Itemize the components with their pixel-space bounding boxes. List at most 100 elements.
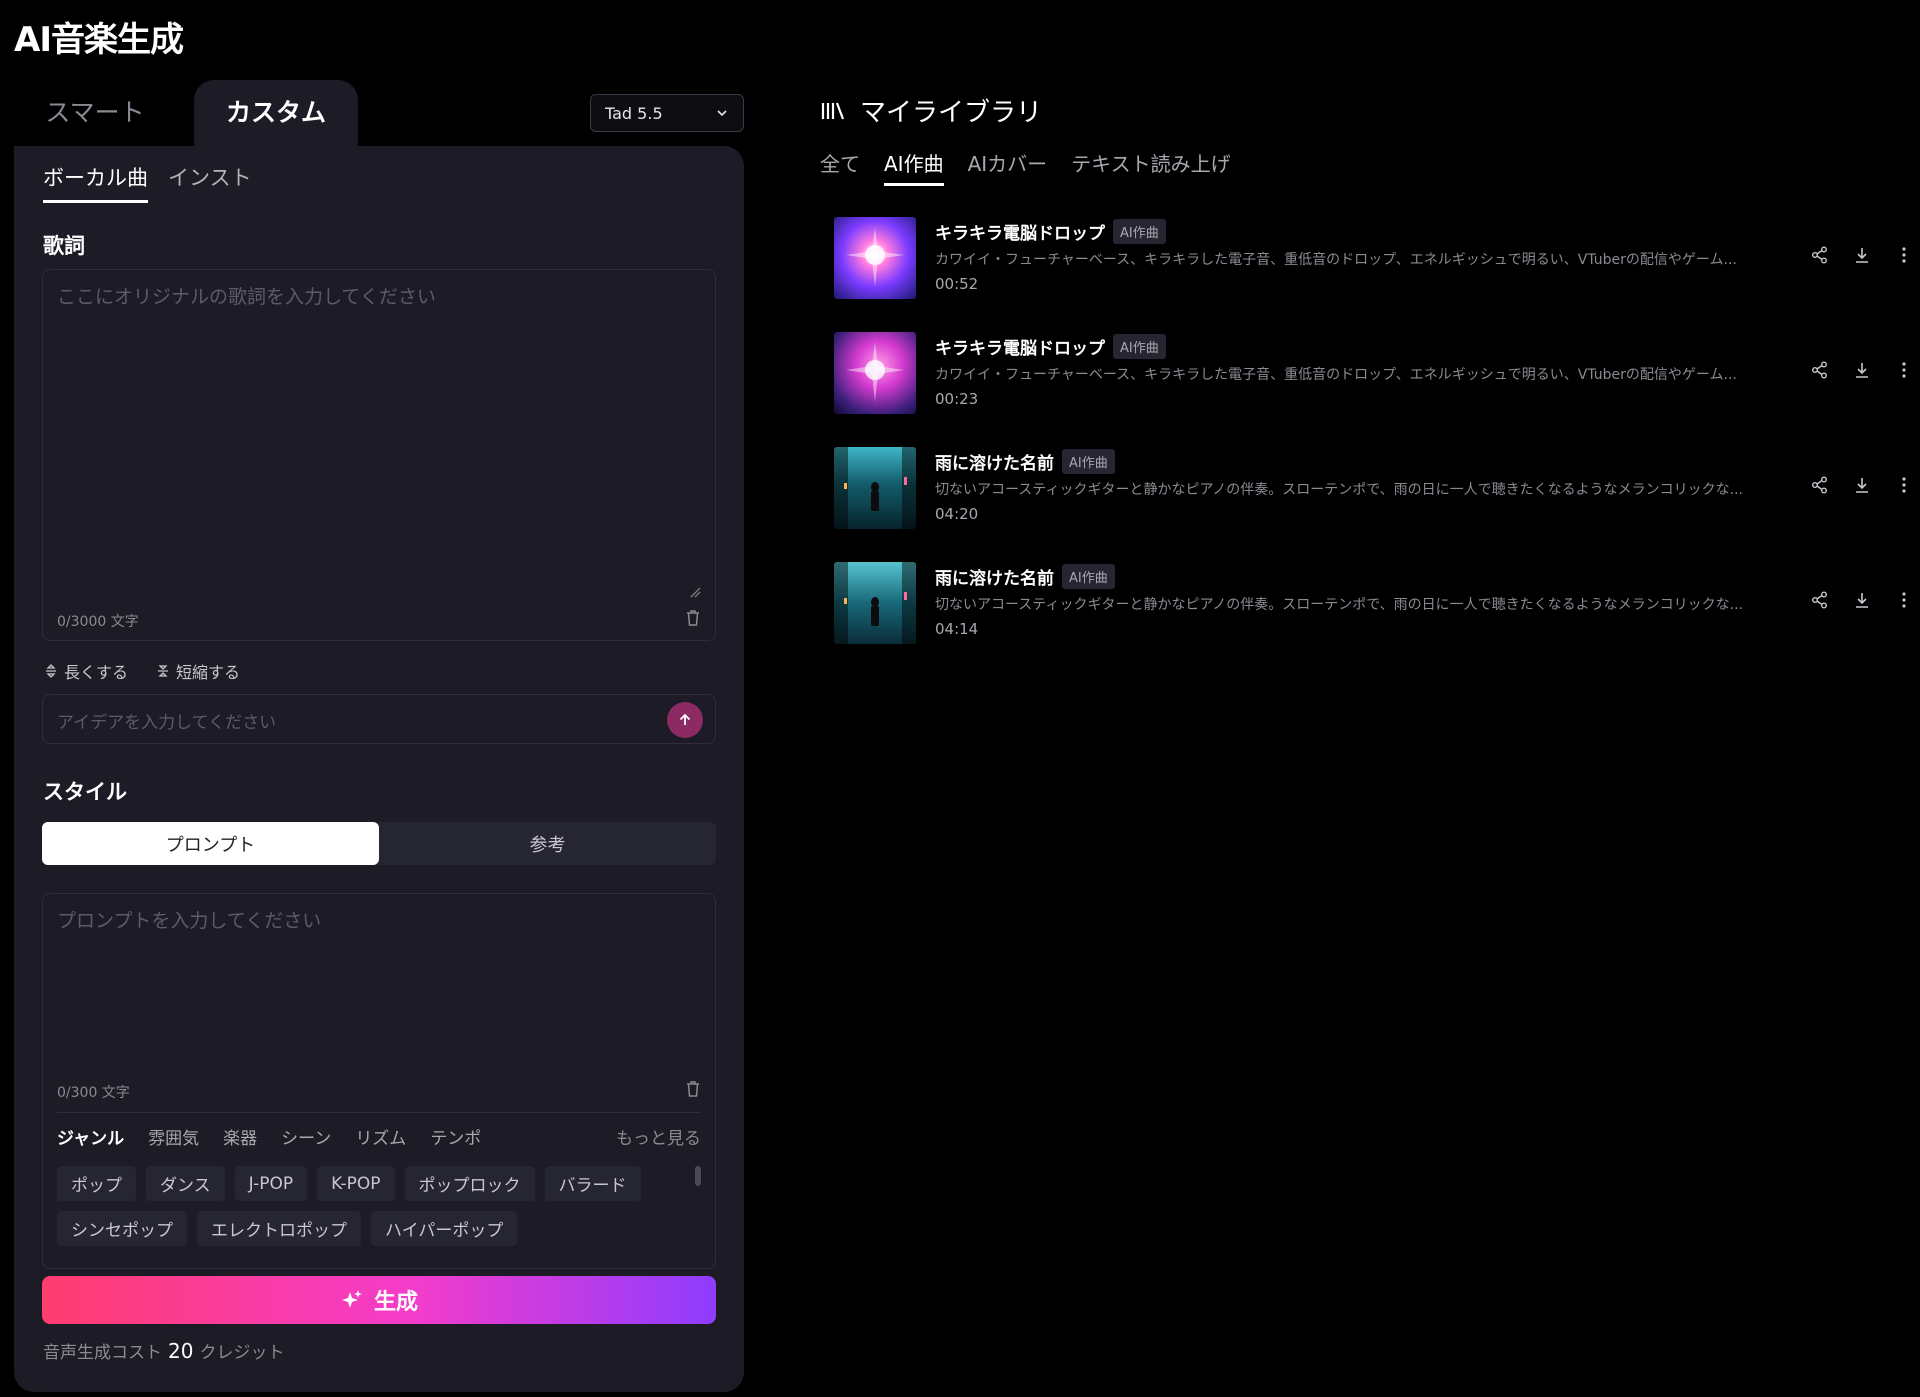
track-row[interactable]: 雨に溶けた名前 AI作曲 切ないアコースティックギターと静かなピアノの伴奏。スロ… xyxy=(834,562,1914,646)
shorten-button[interactable]: 短縮する xyxy=(156,659,240,683)
track-cover[interactable] xyxy=(834,447,916,529)
track-row[interactable]: 雨に溶けた名前 AI作曲 切ないアコースティックギターと静かなピアノの伴奏。スロ… xyxy=(834,447,1914,531)
cost-prefix: 音声生成コスト xyxy=(43,1343,162,1363)
library-tab-ai-compose[interactable]: AI作曲 xyxy=(884,148,944,186)
track-duration: 00:52 xyxy=(935,275,979,293)
style-chip[interactable]: ハイパーポップ xyxy=(371,1211,518,1246)
cost-line: 音声生成コスト 20 クレジット xyxy=(43,1338,284,1363)
lyrics-label: 歌詞 xyxy=(43,234,85,258)
track-row[interactable]: キラキラ電脳ドロップ AI作曲 カワイイ・フューチャーベース、キラキラした電子音… xyxy=(834,217,1914,301)
download-icon[interactable] xyxy=(1852,475,1872,495)
more-options-icon[interactable] xyxy=(1894,590,1914,610)
arrow-up-icon xyxy=(679,713,691,725)
style-mode-switch: プロンプト 参考 xyxy=(42,822,716,865)
library-tab-tts[interactable]: テキスト読み上げ xyxy=(1071,148,1230,186)
track-description: カワイイ・フューチャーベース、キラキラした電子音、重低音のドロップ、エネルギッシ… xyxy=(935,252,1737,268)
track-cover[interactable] xyxy=(834,332,916,414)
lyrics-counter: 0/3000 文字 xyxy=(57,614,139,630)
library-tab-all[interactable]: 全て xyxy=(820,148,860,186)
resize-grip-icon[interactable] xyxy=(689,586,701,598)
send-button[interactable] xyxy=(667,702,703,738)
library-title: マイライブラリ xyxy=(860,98,1043,128)
tab-instrumental[interactable]: インスト xyxy=(168,162,252,203)
track-actions xyxy=(1810,590,1914,610)
sparkle-icon xyxy=(341,1290,362,1308)
track-badge: AI作曲 xyxy=(1113,219,1166,244)
category-tab-scene[interactable]: シーン xyxy=(281,1124,331,1149)
lyrics-placeholder: ここにオリジナルの歌詞を入力してください xyxy=(57,286,436,308)
mode-tabs: スマート カスタム Tad 5.5 xyxy=(14,80,744,146)
share-icon[interactable] xyxy=(1810,590,1830,610)
trash-icon[interactable] xyxy=(685,1080,701,1098)
track-title-row: 雨に溶けた名前 AI作曲 xyxy=(935,564,1115,589)
tab-vocal[interactable]: ボーカル曲 xyxy=(43,162,148,203)
track-title[interactable]: キラキラ電脳ドロップ xyxy=(935,334,1105,359)
share-icon[interactable] xyxy=(1810,245,1830,265)
prompt-textarea[interactable]: プロンプトを入力してください 0/300 文字 ジャンル 雰囲気 楽器 シーン … xyxy=(42,893,716,1269)
track-badge: AI作曲 xyxy=(1113,334,1166,359)
track-description: 切ないアコースティックギターと静かなピアノの伴奏。スローテンポで、雨の日に一人で… xyxy=(935,597,1743,613)
segment-reference[interactable]: 参考 xyxy=(379,822,716,865)
library-tabs: 全て AI作曲 AIカバー テキスト読み上げ xyxy=(820,148,1231,186)
style-chip[interactable]: シンセポップ xyxy=(57,1211,187,1246)
generate-button[interactable]: 生成 xyxy=(42,1276,716,1324)
chips-scrollbar[interactable] xyxy=(695,1166,701,1186)
library-icon xyxy=(821,102,845,119)
library-header: マイライブラリ xyxy=(820,92,1042,129)
more-options-icon[interactable] xyxy=(1894,475,1914,495)
cover-art xyxy=(834,562,916,644)
category-tab-genre[interactable]: ジャンル xyxy=(57,1124,124,1149)
more-link[interactable]: もっと見る xyxy=(616,1124,701,1149)
category-tab-instrument[interactable]: 楽器 xyxy=(223,1124,257,1149)
style-chips: ポップ ダンス J-POP K-POP ポップロック バラード シンセポップ エ… xyxy=(57,1166,677,1246)
track-actions xyxy=(1810,360,1914,380)
track-title[interactable]: キラキラ電脳ドロップ xyxy=(935,219,1105,244)
prompt-placeholder: プロンプトを入力してください xyxy=(57,910,322,932)
category-tab-mood[interactable]: 雰囲気 xyxy=(148,1124,199,1149)
library-tab-ai-cover[interactable]: AIカバー xyxy=(968,148,1048,186)
tab-custom[interactable]: カスタム xyxy=(194,80,358,146)
track-badge: AI作曲 xyxy=(1062,449,1115,474)
track-title[interactable]: 雨に溶けた名前 xyxy=(935,449,1054,474)
track-title-row: 雨に溶けた名前 AI作曲 xyxy=(935,449,1115,474)
track-duration: 00:23 xyxy=(935,390,979,408)
track-actions xyxy=(1810,245,1914,265)
style-chip[interactable]: ダンス xyxy=(146,1166,225,1201)
custom-panel: ボーカル曲 インスト 歌詞 ここにオリジナルの歌詞を入力してください 0/300… xyxy=(14,146,744,1392)
style-chip[interactable]: K-POP xyxy=(317,1166,395,1201)
category-tab-rhythm[interactable]: リズム xyxy=(355,1124,406,1149)
download-icon[interactable] xyxy=(1852,245,1872,265)
more-options-icon[interactable] xyxy=(1894,360,1914,380)
style-chip[interactable]: バラード xyxy=(544,1166,641,1201)
style-chip[interactable]: ポップ xyxy=(57,1166,136,1201)
track-title-row: キラキラ電脳ドロップ AI作曲 xyxy=(935,219,1166,244)
style-chip[interactable]: エレクトロポップ xyxy=(197,1211,361,1246)
segment-prompt[interactable]: プロンプト xyxy=(42,822,379,865)
track-cover[interactable] xyxy=(834,217,916,299)
style-label: スタイル xyxy=(43,780,127,804)
track-row[interactable]: キラキラ電脳ドロップ AI作曲 カワイイ・フューチャーベース、キラキラした電子音… xyxy=(834,332,1914,416)
share-icon[interactable] xyxy=(1810,360,1830,380)
lyrics-ai-actions: 長くする 短縮する xyxy=(44,659,240,683)
tab-smart[interactable]: スマート xyxy=(14,80,176,146)
lengthen-button[interactable]: 長くする xyxy=(44,659,128,683)
category-tab-tempo[interactable]: テンポ xyxy=(430,1124,481,1149)
app-title: AI音楽生成 xyxy=(14,20,184,60)
track-cover[interactable] xyxy=(834,562,916,644)
trash-icon[interactable] xyxy=(685,609,701,627)
style-chip[interactable]: J-POP xyxy=(234,1166,308,1201)
share-icon[interactable] xyxy=(1810,475,1830,495)
cover-art xyxy=(846,342,904,402)
style-chip[interactable]: ポップロック xyxy=(404,1166,535,1201)
chevron-down-icon xyxy=(717,110,727,117)
download-icon[interactable] xyxy=(1852,360,1872,380)
track-duration: 04:14 xyxy=(935,620,979,638)
lyrics-textarea[interactable]: ここにオリジナルの歌詞を入力してください 0/3000 文字 xyxy=(42,269,716,641)
more-options-icon[interactable] xyxy=(1894,245,1914,265)
model-select[interactable]: Tad 5.5 xyxy=(590,94,744,132)
track-actions xyxy=(1810,475,1914,495)
track-description: 切ないアコースティックギターと静かなピアノの伴奏。スローテンポで、雨の日に一人で… xyxy=(935,482,1743,498)
download-icon[interactable] xyxy=(1852,590,1872,610)
idea-input[interactable]: アイデアを入力してください xyxy=(42,694,716,744)
track-title[interactable]: 雨に溶けた名前 xyxy=(935,564,1054,589)
